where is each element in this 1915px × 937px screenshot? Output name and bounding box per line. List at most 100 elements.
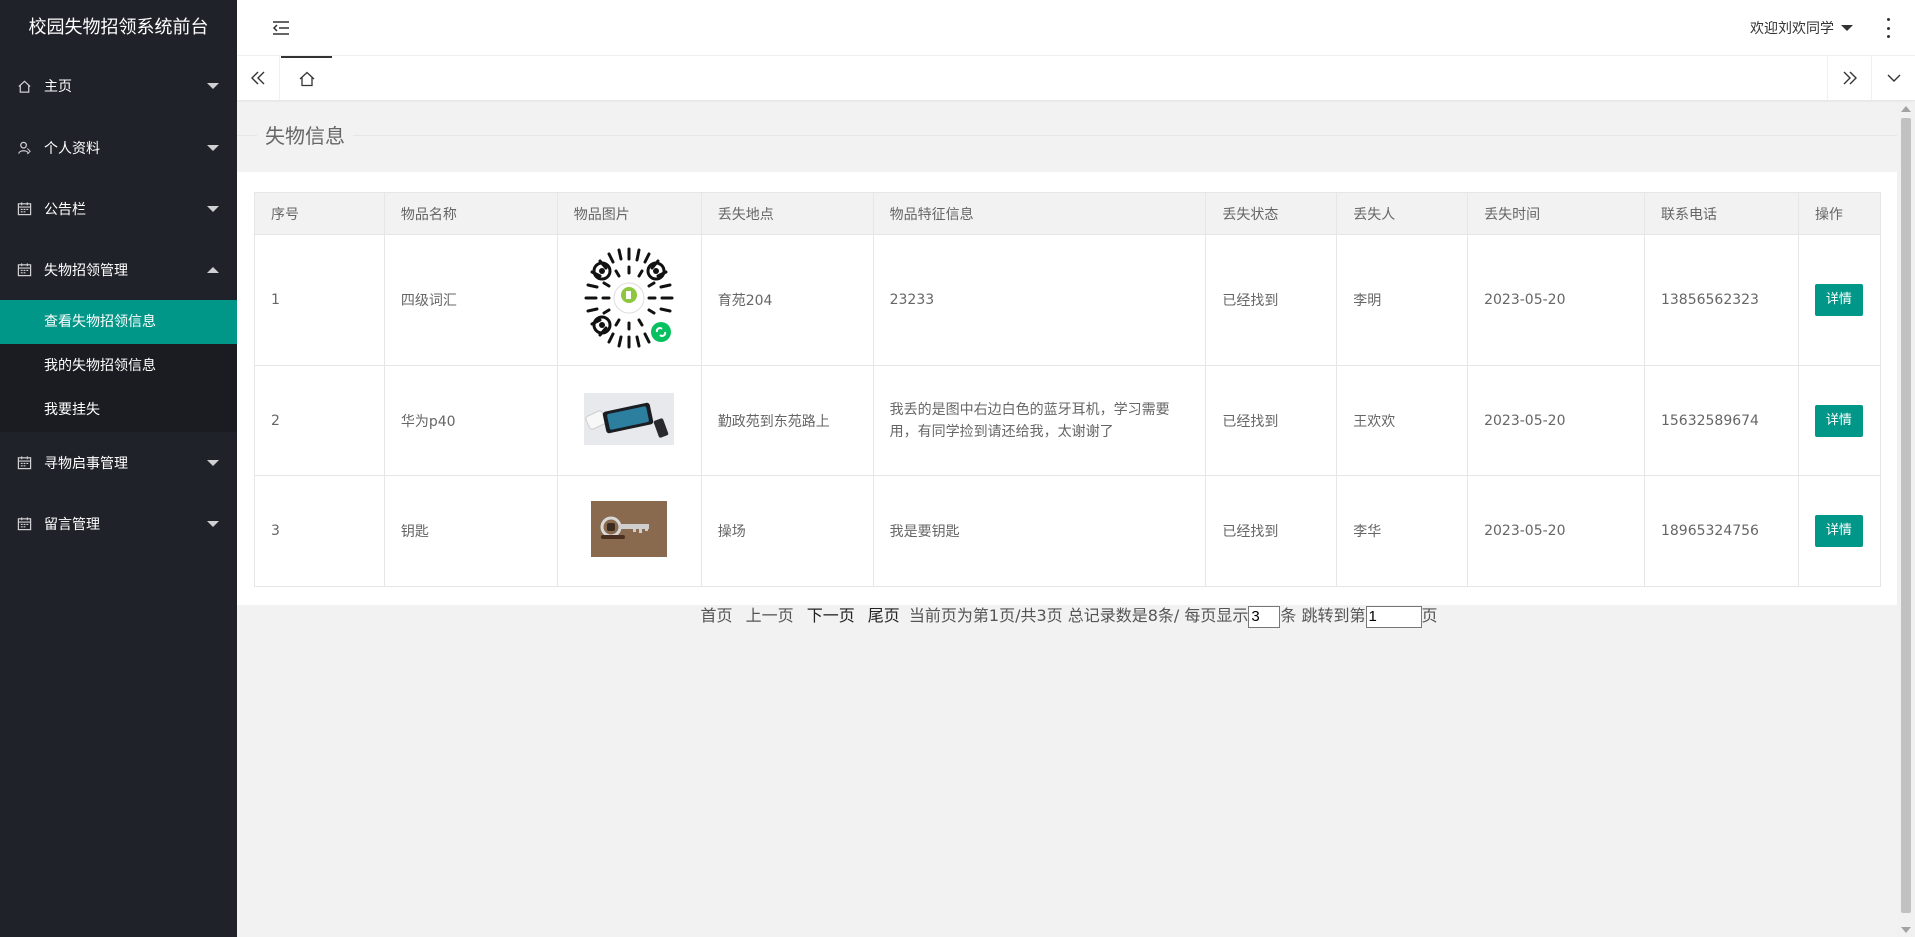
title-divider [237,135,1897,136]
pager-last-link[interactable]: 尾页 [868,606,900,625]
detail-button[interactable]: 详情 [1814,515,1863,547]
sidebar-item-home[interactable]: 主页 [0,55,237,117]
chevron-down-icon [207,205,219,212]
chevron-up-icon [207,266,219,273]
detail-button[interactable]: 详情 [1814,284,1863,316]
top-header: 欢迎刘欢同学 [237,0,1915,56]
calendar-icon [16,262,32,278]
cell-name: 四级词汇 [383,234,558,366]
pagination: 首页 上一页 下一页 尾页 当前页为第1页/共3页 总记录数是8条/ 每页显示 条… [237,602,1897,628]
home-icon [16,78,32,94]
chevron-down-icon [1887,74,1900,82]
main-content: 失物信息 序号 物品名称 物品图片 丢失地点 物品特征信息 丢失状态 丢失人 丢… [237,102,1897,937]
sidebar-item-label: 失物招领管理 [44,262,128,279]
sidebar-submenu: 查看失物招领信息 我的失物招领信息 我要挂失 [0,300,237,432]
double-chevron-left-icon [251,71,265,85]
calendar-icon [16,516,32,532]
cell-place: 勤政苑到东苑路上 [700,365,874,476]
caret-down-icon [1841,25,1853,31]
table-row: 3 钥匙 操场 我是要钥匙 已经找到 李华 2023-05-20 1896532… [254,475,1882,587]
per-page-input[interactable] [1248,605,1281,628]
cell-date: 2023-05-20 [1467,365,1645,476]
scroll-up-arrow-icon[interactable] [1901,106,1911,112]
cell-image [556,475,702,587]
table-panel: 序号 物品名称 物品图片 丢失地点 物品特征信息 丢失状态 丢失人 丢失时间 联… [237,172,1897,605]
sidebar-item-notice[interactable]: 公告栏 [0,178,237,239]
cell-no: 2 [254,365,385,476]
sidebar-subitem-view-lost[interactable]: 查看失物招领信息 [0,300,237,344]
col-header: 序号 [254,192,385,235]
cell-feature: 我丢的是图中右边白色的蓝牙耳机，学习需要用，有同学捡到请还给我，太谢谢了 [872,365,1207,476]
cell-action: 详情 [1797,365,1882,476]
cell-place: 育苑204 [700,234,874,366]
cell-name: 钥匙 [383,475,558,587]
cell-phone: 18965324756 [1643,475,1799,587]
jump-page-input[interactable] [1365,605,1422,628]
sidebar-item-profile[interactable]: 个人资料 [0,117,237,178]
menu-toggle-icon[interactable] [271,18,291,38]
sidebar-item-label: 留言管理 [44,516,100,533]
scroll-down-arrow-icon[interactable] [1901,927,1911,933]
calendar-icon [16,455,32,471]
sidebar-item-search-notice[interactable]: 寻物启事管理 [0,432,237,493]
col-header: 物品名称 [383,192,558,235]
pager-first-link[interactable]: 首页 [700,606,732,625]
sidebar-item-lost-found[interactable]: 失物招领管理 [0,239,237,300]
pager-page-unit: 页 [1421,606,1438,625]
scrollbar-thumb[interactable] [1901,118,1911,913]
sidebar-item-label: 个人资料 [44,140,100,157]
tabs-scroll-left-button[interactable] [237,56,280,100]
cell-person: 李华 [1336,475,1469,587]
calendar-icon [16,201,32,217]
double-chevron-right-icon [1843,71,1857,85]
chevron-down-icon [207,83,219,89]
sidebar-item-label: 寻物启事管理 [44,455,128,472]
chevron-down-icon [207,459,219,466]
sidebar-item-label: 公告栏 [44,201,86,218]
cell-image [556,365,702,476]
qr-code-image [577,246,682,350]
cell-person: 王欢欢 [1336,365,1469,476]
tab-home[interactable] [281,56,332,100]
cell-phone: 13856562323 [1643,234,1799,366]
table-header-row: 序号 物品名称 物品图片 丢失地点 物品特征信息 丢失状态 丢失人 丢失时间 联… [254,192,1882,235]
tabs-options-button[interactable] [1871,56,1915,100]
pager-info: 当前页为第1页/共3页 总记录数是8条/ 每页显示 [908,606,1249,625]
key-image [591,501,668,557]
cell-name: 华为p40 [383,365,558,476]
detail-button[interactable]: 详情 [1814,404,1863,437]
chevron-down-icon [207,144,219,151]
tabs-bar [237,56,1915,101]
sidebar-item-label: 主页 [44,79,72,95]
cell-image [556,234,702,366]
cell-feature: 23233 [872,234,1207,366]
app-title: 校园失物招领系统前台 [0,0,237,55]
lost-items-table: 序号 物品名称 物品图片 丢失地点 物品特征信息 丢失状态 丢失人 丢失时间 联… [254,192,1882,587]
col-header: 物品图片 [556,192,702,235]
cell-status: 已经找到 [1205,234,1338,366]
sidebar: 校园失物招领系统前台 主页 个人资料 公告栏 失物招领管理 查看失物招领信息 我… [0,0,237,937]
col-header: 丢失地点 [700,192,874,235]
sidebar-subitem-my-lost[interactable]: 我的失物招领信息 [0,344,237,388]
pager-next-link[interactable]: 下一页 [807,606,855,625]
more-vertical-icon[interactable] [1885,18,1891,38]
cell-action: 详情 [1797,234,1882,366]
cell-date: 2023-05-20 [1467,475,1645,587]
tabs-scroll-right-button[interactable] [1827,56,1871,100]
col-header: 丢失人 [1336,192,1469,235]
col-header: 丢失时间 [1467,192,1645,235]
chevron-down-icon [207,520,219,527]
pager-prev-link[interactable]: 上一页 [746,606,794,625]
col-header: 物品特征信息 [872,192,1207,235]
cell-status: 已经找到 [1205,475,1338,587]
vertical-scrollbar[interactable] [1897,102,1915,937]
cell-place: 操场 [700,475,874,587]
user-menu[interactable]: 欢迎刘欢同学 [1750,18,1853,38]
phone-image [584,392,675,445]
table-row: 1 四级词汇 育苑204 23233 已经找到 李明 2023-05-20 13… [254,234,1882,366]
table-row: 2 华为p40 勤政苑到东苑路上 我丢的是图中右边白色的蓝牙耳机，学习需要用，有… [254,365,1882,476]
cell-no: 3 [254,475,385,587]
cell-action: 详情 [1797,475,1882,587]
sidebar-subitem-report-lost[interactable]: 我要挂失 [0,388,237,432]
sidebar-item-messages[interactable]: 留言管理 [0,493,237,554]
